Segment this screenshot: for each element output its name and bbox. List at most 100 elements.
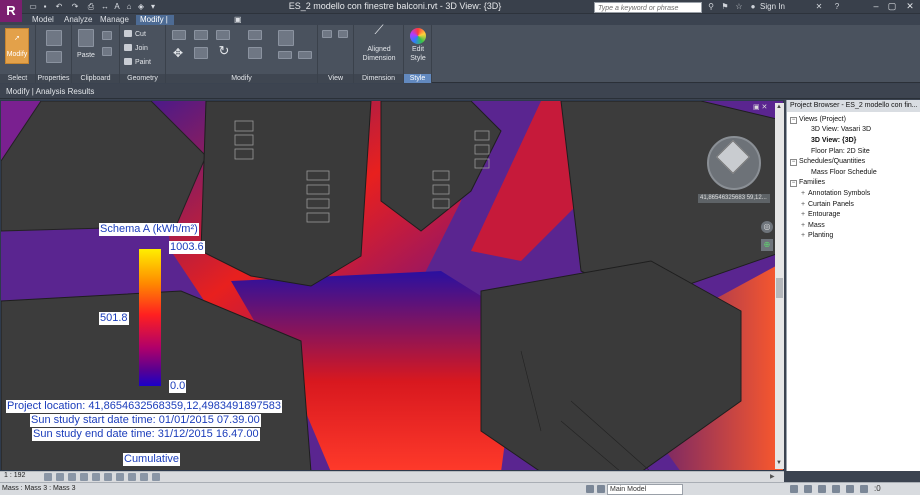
close-window-button[interactable]: ✕ <box>902 0 918 13</box>
tab-model[interactable]: Model <box>32 15 54 25</box>
rotate-icon[interactable]: ↻ <box>216 44 232 57</box>
worksets-icon[interactable] <box>586 485 594 493</box>
redo-icon[interactable]: ↷ <box>70 2 80 11</box>
join-button[interactable]: Join <box>124 44 148 53</box>
properties-icon[interactable] <box>46 30 62 46</box>
tree-node-floor-plan[interactable]: Floor Plan: 2D Site <box>811 147 870 156</box>
scroll-up-icon[interactable]: ▲ <box>776 104 782 110</box>
aligned-dimension-icon[interactable]: ⟋ <box>370 23 388 36</box>
app-menu-button[interactable]: R <box>0 0 22 22</box>
select-links-icon[interactable] <box>790 485 798 493</box>
save-icon[interactable]: ▪ <box>40 2 50 11</box>
offset-icon[interactable] <box>194 30 208 40</box>
tab-manage[interactable]: Manage <box>100 15 129 25</box>
shadows-icon[interactable] <box>80 473 88 481</box>
lock-view-icon[interactable] <box>128 473 136 481</box>
select-pinned-icon[interactable] <box>818 485 826 493</box>
binoculars-icon[interactable]: ⚲ <box>706 2 716 12</box>
open-icon[interactable]: ▭ <box>28 2 38 11</box>
star-icon[interactable]: ☆ <box>734 2 744 12</box>
paste-button[interactable]: Paste <box>72 52 100 60</box>
dropdown-icon[interactable]: ▾ <box>148 2 158 11</box>
help-icon[interactable]: ? <box>832 2 842 12</box>
exchange-icon[interactable]: ✕ <box>814 2 824 12</box>
3d-viewport[interactable]: 41,86546325683 59,12... ◎ ⊕ ▣ ✕ Schema A… <box>0 100 784 471</box>
section-icon[interactable]: ◈ <box>136 2 146 11</box>
scroll-down-icon[interactable]: ▼ <box>776 460 782 466</box>
match-type-icon[interactable] <box>102 47 112 56</box>
view-scale[interactable]: 1 : 192 <box>4 472 25 479</box>
paint-button[interactable]: Paint <box>124 58 151 67</box>
select-underlay-icon[interactable] <box>804 485 812 493</box>
tab-analyze[interactable]: Analyze <box>64 15 92 25</box>
tree-node-planting[interactable]: + Planting <box>801 231 833 240</box>
sign-in-link[interactable]: Sign In <box>760 2 785 11</box>
tree-node-entourage[interactable]: + Entourage <box>801 210 840 219</box>
user-icon[interactable]: ● <box>748 2 758 12</box>
tree-node-schedules[interactable]: − Schedules/Quantities <box>790 157 865 166</box>
aligned-dimension-label-1[interactable]: Aligned <box>354 46 404 54</box>
subscription-icon[interactable]: ⚑ <box>720 2 730 12</box>
scale-icon[interactable] <box>278 51 292 59</box>
expand-icon[interactable]: + <box>801 200 808 209</box>
print-icon[interactable]: ⎙ <box>86 2 96 11</box>
split-icon[interactable] <box>248 47 262 59</box>
expand-icon[interactable]: + <box>801 231 808 240</box>
minimize-button[interactable]: – <box>868 0 884 13</box>
measure-icon[interactable]: ↔ <box>100 2 110 11</box>
collapse-icon[interactable]: − <box>790 159 797 166</box>
undo-icon[interactable]: ↶ <box>54 2 64 11</box>
crop-view-icon[interactable] <box>104 473 112 481</box>
collapse-icon[interactable]: − <box>790 117 797 124</box>
dimension-panel-label[interactable]: Dimension <box>354 74 403 83</box>
expand-icon[interactable]: + <box>801 221 808 230</box>
scroll-right-icon[interactable]: ▶ <box>770 473 775 480</box>
copy-icon[interactable] <box>102 31 112 40</box>
show-crop-icon[interactable] <box>116 473 124 481</box>
expand-icon[interactable]: + <box>801 210 808 219</box>
select-dropdown[interactable]: Select <box>0 74 35 83</box>
pin-icon[interactable] <box>298 51 312 59</box>
text-icon[interactable]: A <box>112 2 122 11</box>
tree-node-3d-view-selected[interactable]: 3D View: {3D} <box>811 136 856 145</box>
type-properties-icon[interactable] <box>46 51 62 63</box>
temporary-hide-icon[interactable] <box>140 473 148 481</box>
copy-elements-icon[interactable] <box>194 47 208 59</box>
tree-node-3d-vasari[interactable]: 3D View: Vasari 3D <box>811 125 871 134</box>
visual-style-icon[interactable] <box>56 473 64 481</box>
expand-icon[interactable]: + <box>801 189 808 198</box>
move-icon[interactable]: ✥ <box>170 47 186 59</box>
align-icon[interactable] <box>172 30 186 40</box>
reveal-hidden-icon[interactable] <box>152 473 160 481</box>
search-input[interactable]: Type a keyword or phrase <box>594 2 702 13</box>
collapse-icon[interactable]: − <box>790 180 797 187</box>
cut-button[interactable]: Cut <box>124 30 146 39</box>
steering-wheel-icon[interactable]: ◎ <box>761 221 773 233</box>
aligned-dimension-label-2[interactable]: Dimension <box>354 55 404 63</box>
maximize-button[interactable]: ▢ <box>884 0 900 13</box>
render-icon[interactable] <box>92 473 100 481</box>
edit-style-icon[interactable] <box>410 28 426 44</box>
scrollbar-thumb[interactable] <box>776 278 783 298</box>
tree-node-views[interactable]: − Views (Project) <box>790 115 846 124</box>
zoom-icon[interactable]: ⊕ <box>761 239 773 251</box>
paste-icon[interactable] <box>78 29 94 47</box>
edit-style-label-1[interactable]: Edit <box>404 46 432 54</box>
view-restore-icon[interactable]: ▣ ✕ <box>753 103 767 111</box>
tree-node-curtain-panels[interactable]: + Curtain Panels <box>801 200 854 209</box>
tree-node-mass[interactable]: + Mass <box>801 221 825 230</box>
detail-level-icon[interactable] <box>44 473 52 481</box>
array-icon[interactable] <box>278 30 294 46</box>
filter-icon[interactable] <box>860 485 868 493</box>
drag-elements-icon[interactable] <box>846 485 854 493</box>
hide-icon[interactable] <box>322 30 332 38</box>
tree-node-mass-floor-schedule[interactable]: Mass Floor Schedule <box>811 168 877 177</box>
select-by-face-icon[interactable] <box>832 485 840 493</box>
mirror-icon[interactable] <box>216 30 230 40</box>
editable-icon[interactable] <box>597 485 605 493</box>
trim-icon[interactable] <box>248 30 262 40</box>
tree-node-families[interactable]: − Families <box>790 178 825 187</box>
sun-path-icon[interactable] <box>68 473 76 481</box>
override-icon[interactable] <box>338 30 348 38</box>
viewport-vertical-scrollbar[interactable]: ▲ ▼ <box>775 103 784 469</box>
